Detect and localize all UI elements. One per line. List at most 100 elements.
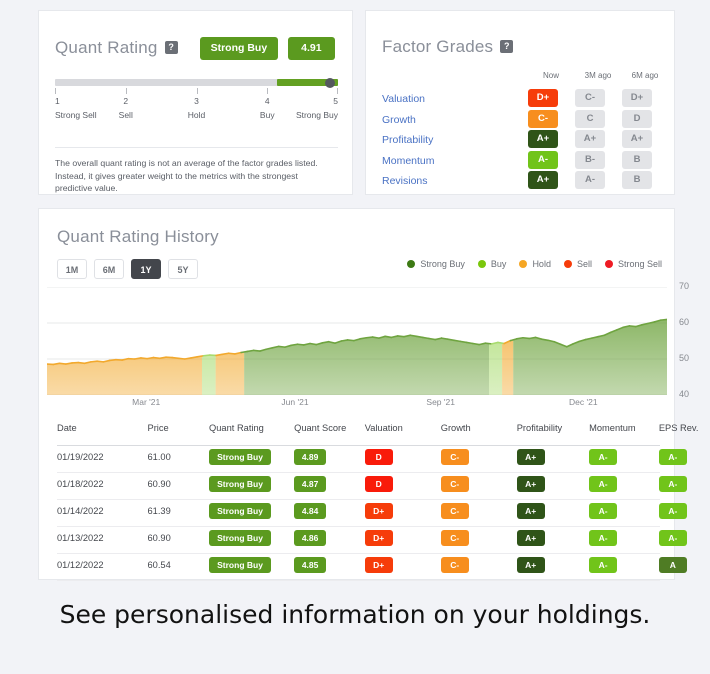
- rating-history-chart[interactable]: [46, 286, 668, 396]
- table-cell-eps-rev: A-: [658, 449, 687, 465]
- factor-grade-name[interactable]: Growth: [382, 114, 416, 126]
- table-cell-eps-rev: A: [658, 557, 687, 573]
- help-icon[interactable]: ?: [500, 39, 514, 53]
- table-cell-eps-rev: A-: [658, 503, 687, 519]
- range-button-5y[interactable]: 5Y: [168, 259, 198, 279]
- table-row[interactable]: 01/18/2022 60.90 Strong Buy 4.87 D C- A+ A- A-: [57, 473, 687, 500]
- chart-line-segment: [252, 349, 261, 352]
- chart-line-segment: [371, 336, 380, 339]
- help-icon[interactable]: ?: [164, 40, 178, 54]
- table-cell-quant-score: 4.85: [294, 557, 327, 573]
- factor-grades-column-header: 3M ago: [584, 71, 612, 80]
- table-cell-quant-rating: Strong Buy: [209, 557, 272, 573]
- chart-line-segment: [152, 356, 161, 360]
- chart-line-segment: [90, 360, 98, 363]
- chart-line-segment: [472, 342, 480, 346]
- chart-line-segment: [296, 343, 305, 346]
- table-cell-quant-score: 4.89: [294, 449, 327, 465]
- factor-grade-name[interactable]: Momentum: [382, 155, 435, 167]
- factor-grade-3m: B-: [575, 150, 605, 169]
- chart-x-axis: Mar '21 Jun '21 Sep '21 Dec '21: [47, 397, 667, 411]
- slider-scale-label: Buy: [259, 110, 275, 120]
- factor-grades-column-header: 6M ago: [631, 71, 659, 80]
- quant-rating-header: Quant Rating ? Strong Buy 4.91: [55, 37, 335, 60]
- chart-line-segment: [522, 336, 531, 340]
- table-cell-quant-score: 4.86: [294, 530, 327, 546]
- legend-dot: [519, 260, 528, 268]
- legend-item[interactable]: Strong Buy: [407, 259, 465, 269]
- page-title: Quant Rating: [55, 38, 158, 58]
- chart-line-segment: [365, 336, 374, 339]
- chart-band-strong-buy: [513, 319, 667, 395]
- chart-line-segment: [340, 339, 349, 342]
- factor-grades-column-header: Now: [542, 71, 559, 80]
- slider-scale-label: Hold: [187, 110, 206, 120]
- chart-y-tick-label: 40: [679, 389, 690, 399]
- chart-line-segment: [246, 349, 255, 353]
- chart-line-segment: [440, 337, 449, 341]
- slider-knob[interactable]: [324, 77, 335, 88]
- range-button-6m[interactable]: 6M: [94, 259, 124, 279]
- table-column-header: Quant Score: [294, 423, 347, 433]
- table-cell-valuation: D: [364, 476, 393, 492]
- table-row[interactable]: 01/13/2022 60.90 Strong Buy 4.86 D+ C- A+ A- A-: [57, 527, 687, 554]
- chart-line-segment: [346, 339, 355, 342]
- range-button-1m[interactable]: 1M: [57, 259, 87, 279]
- table-row[interactable]: 01/19/2022 61.00 Strong Buy 4.89 D C- A+ A- A-: [57, 446, 687, 473]
- range-button-1y[interactable]: 1Y: [131, 259, 161, 279]
- chart-line-segment: [196, 354, 205, 358]
- table-row[interactable]: 01/14/2022 61.39 Strong Buy 4.84 D+ C- A+ A- A-: [57, 500, 687, 527]
- table-row[interactable]: 01/12/2022 60.54 Strong Buy 4.85 D+ C- A+ A- A: [57, 554, 687, 581]
- slider-tick: [125, 88, 127, 94]
- slider-tick: [337, 88, 338, 94]
- legend-item[interactable]: Hold: [519, 259, 551, 269]
- chart-line-segment: [497, 341, 505, 345]
- factor-grade-3m: A+: [575, 130, 605, 148]
- chart-line-segment: [227, 352, 236, 355]
- table-cell-growth: C-: [440, 557, 469, 573]
- factor-grade-6m: B: [622, 150, 652, 169]
- table-column-header: Price: [147, 423, 169, 433]
- table-cell-quant-rating: Strong Buy: [209, 503, 272, 519]
- factor-grade-name[interactable]: Revisions: [382, 175, 428, 187]
- chart-line-segment: [108, 358, 117, 362]
- chart-line-segment: [215, 353, 224, 357]
- slider-scale-numbers: 1 2 3 4 5: [55, 96, 338, 108]
- slider-scale-number: 3: [194, 96, 199, 106]
- table-cell-price: 60.90: [147, 533, 171, 543]
- factor-grade-name[interactable]: Profitability: [382, 134, 433, 146]
- chart-line-segment: [240, 350, 249, 354]
- legend-item[interactable]: Strong Sell: [604, 259, 662, 269]
- table-column-header: Momentum: [589, 423, 636, 433]
- chart-line-segment: [221, 352, 230, 356]
- slider-scale-number: 4: [264, 96, 270, 106]
- chart-line-segment: [409, 334, 418, 338]
- legend-item[interactable]: Buy: [477, 259, 506, 269]
- legend-item[interactable]: Sell: [563, 259, 592, 269]
- chart-band-hold: [215, 319, 245, 395]
- table-cell-valuation: D+: [364, 503, 393, 519]
- chart-line-segment: [515, 336, 524, 340]
- table-cell-quant-rating: Strong Buy: [209, 449, 272, 465]
- table-cell-date: 01/14/2022: [57, 506, 104, 516]
- legend-dot: [604, 260, 613, 268]
- factor-grade-name[interactable]: Valuation: [382, 93, 425, 105]
- history-table: Date Price Quant Rating Quant Score Valuatio…: [57, 421, 698, 581]
- chart-line-segment: [177, 357, 186, 360]
- chart-x-tick-label: Sep '21: [426, 397, 455, 407]
- table-cell-quant-rating: Strong Buy: [209, 530, 272, 546]
- table-cell-profitability: A+: [516, 476, 545, 492]
- factor-grade-3m: C: [575, 109, 605, 128]
- slider-scale-label: Strong Sell: [55, 110, 97, 120]
- chart-x-tick-label: Jun '21: [281, 397, 309, 407]
- table-column-header: Valuation: [364, 423, 403, 433]
- chart-band-hold: [47, 319, 202, 395]
- slider-tick: [55, 88, 56, 94]
- legend-label: Hold: [532, 259, 551, 269]
- table-cell-profitability: A+: [516, 449, 545, 465]
- range-button-group: 1M 6M 1Y 5Y: [57, 259, 198, 279]
- table-cell-price: 61.39: [147, 506, 171, 516]
- table-cell-momentum: A-: [589, 557, 618, 573]
- quant-rating-slider[interactable]: 1 2 3 4 5 Strong Sell Sell Hold Buy Strong Buy: [55, 77, 338, 122]
- factor-grade-6m: D+: [622, 89, 652, 107]
